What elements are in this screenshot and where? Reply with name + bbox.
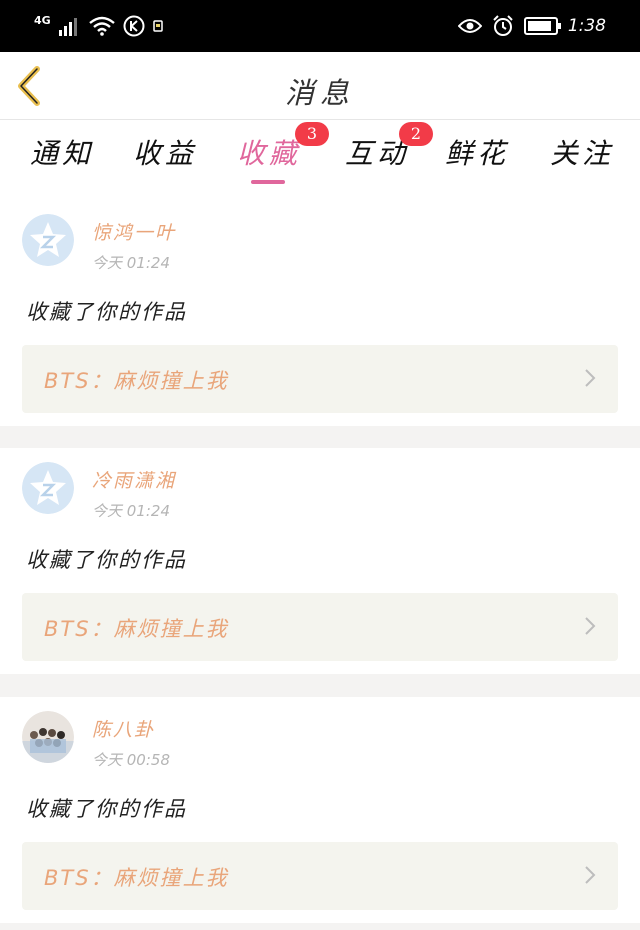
favorites-count-badge: 3 — [295, 122, 329, 146]
alarm-icon — [493, 15, 513, 36]
page-title: 消息 — [284, 76, 355, 110]
action-text: 收藏了你的作品 — [26, 300, 187, 324]
avatar[interactable] — [22, 214, 74, 266]
work-title: BTS：麻烦撞上我 — [44, 369, 229, 393]
tab-favorites[interactable]: 收藏 3 — [237, 122, 329, 172]
wifi-icon — [88, 16, 115, 36]
active-tab-indicator — [251, 180, 285, 184]
signal-icon — [58, 18, 77, 36]
avatar[interactable] — [22, 462, 74, 514]
tab-notifications[interactable]: 通知 — [30, 132, 94, 172]
tab-label: 互动 — [345, 137, 410, 170]
chevron-right-icon — [585, 369, 596, 387]
tab-interactions[interactable]: 互动 2 — [345, 122, 433, 172]
notification-icon — [152, 20, 163, 32]
timestamp: 今天 01:24 — [92, 502, 170, 520]
list-item: 冷雨潇湘 今天 01:24 收藏了你的作品 BTS：麻烦撞上我 — [0, 448, 640, 674]
action-text: 收藏了你的作品 — [26, 797, 187, 821]
chevron-right-icon — [585, 866, 596, 884]
status-bar: 4G 1:38 — [0, 0, 640, 52]
network-type: 4G — [34, 13, 51, 27]
chevron-right-icon — [585, 617, 596, 635]
battery-icon — [523, 17, 561, 35]
work-link[interactable]: BTS：麻烦撞上我 — [22, 345, 618, 413]
username[interactable]: 陈八卦 — [92, 715, 155, 742]
default-avatar-icon — [22, 214, 74, 266]
tab-earnings[interactable]: 收益 — [133, 132, 197, 172]
eye-icon — [457, 19, 482, 33]
tab-label: 鲜花 — [445, 137, 510, 170]
tab-label: 通知 — [30, 137, 95, 170]
tab-label: 关注 — [550, 137, 615, 170]
timestamp: 今天 01:24 — [92, 254, 170, 272]
status-left: 4G — [34, 12, 163, 40]
tab-label: 收益 — [133, 137, 198, 170]
avatar[interactable] — [22, 711, 74, 763]
work-link[interactable]: BTS：麻烦撞上我 — [22, 842, 618, 910]
username[interactable]: 冷雨潇湘 — [92, 466, 176, 493]
nav-bar: 消息 — [0, 52, 640, 120]
default-avatar-icon — [22, 462, 74, 514]
timestamp: 今天 00:58 — [92, 751, 170, 769]
status-right: 1:38 — [457, 12, 606, 40]
tab-following[interactable]: 关注 — [550, 132, 614, 172]
work-link[interactable]: BTS：麻烦撞上我 — [22, 593, 618, 661]
list-item: 陈八卦 今天 00:58 收藏了你的作品 BTS：麻烦撞上我 — [0, 697, 640, 923]
interactions-count-badge: 2 — [399, 122, 433, 146]
work-title: BTS：麻烦撞上我 — [44, 866, 229, 890]
tab-label: 收藏 — [237, 137, 302, 170]
k-icon — [123, 15, 145, 37]
list-item: 惊鸿一叶 今天 01:24 收藏了你的作品 BTS：麻烦撞上我 — [0, 200, 640, 426]
tab-bar: 通知 收益 收藏 3 互动 2 鲜花 关注 — [0, 120, 640, 200]
tab-flowers[interactable]: 鲜花 — [445, 132, 509, 172]
photo-avatar — [22, 711, 74, 763]
action-text: 收藏了你的作品 — [26, 548, 187, 572]
clock: 1:38 — [567, 16, 606, 36]
work-title: BTS：麻烦撞上我 — [44, 617, 229, 641]
username[interactable]: 惊鸿一叶 — [92, 218, 176, 245]
